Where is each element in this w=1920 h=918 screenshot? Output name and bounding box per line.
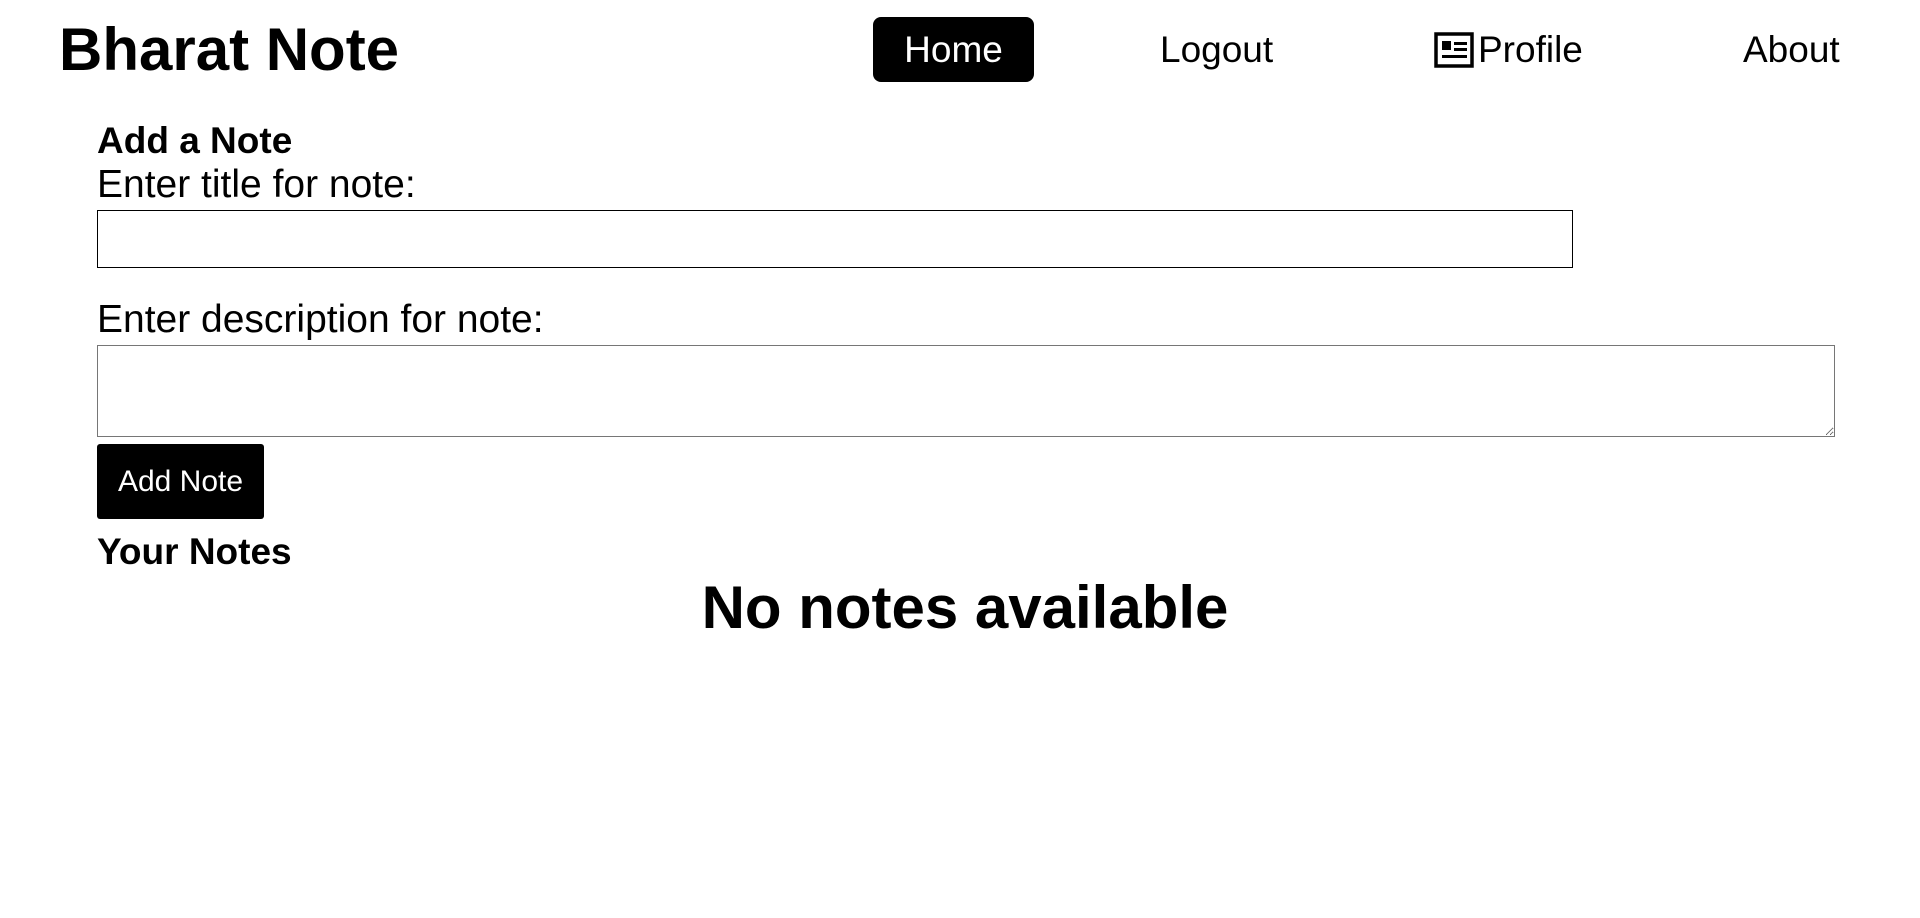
- your-notes-heading: Your Notes: [97, 531, 292, 572]
- nav-home-label: Home: [904, 28, 1003, 70]
- nav-profile-label: Profile: [1478, 29, 1583, 70]
- description-input[interactable]: [97, 345, 1835, 437]
- nav-home-link[interactable]: Home: [873, 17, 1034, 82]
- nav-profile-link[interactable]: Profile: [1434, 28, 1583, 72]
- description-field-label: Enter description for note:: [97, 298, 544, 341]
- nav-logout-link[interactable]: Logout: [1160, 28, 1273, 72]
- nav-about-link[interactable]: About: [1743, 28, 1840, 72]
- title-input[interactable]: [97, 210, 1573, 268]
- navbar: Bharat Note Home Logout Profile About: [0, 0, 1920, 100]
- id-card-icon: [1434, 32, 1474, 68]
- add-note-heading: Add a Note: [97, 120, 293, 161]
- add-note-button[interactable]: Add Note: [97, 444, 264, 519]
- brand-title: Bharat Note: [59, 16, 400, 83]
- nav-about-label: About: [1743, 29, 1840, 70]
- title-field-label: Enter title for note:: [97, 163, 416, 206]
- nav-logout-label: Logout: [1160, 29, 1274, 70]
- empty-notes-message: No notes available: [701, 574, 1229, 641]
